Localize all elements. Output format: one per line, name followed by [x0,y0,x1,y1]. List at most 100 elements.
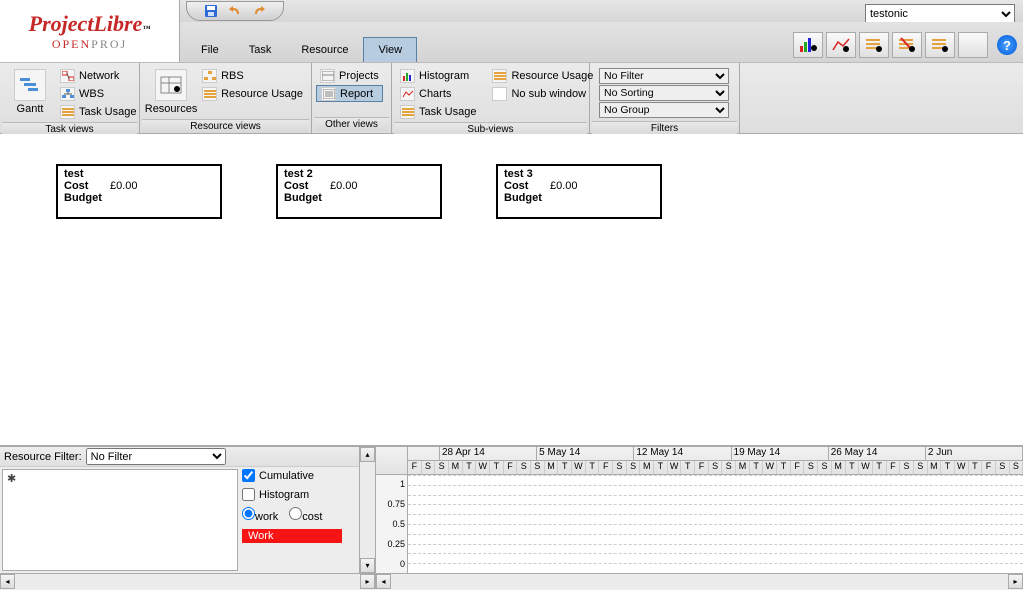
timeline-day-cell: F [695,461,709,475]
scroll-up-icon[interactable]: ▴ [360,447,375,462]
scroll-down-icon[interactable]: ▾ [360,558,375,573]
cumulative-input[interactable] [242,469,255,482]
left-hscroll[interactable]: ◂ ▸ [0,573,375,589]
histogram-input[interactable] [242,488,255,501]
gantt-icon [14,69,46,101]
menu-view[interactable]: View [363,37,417,62]
cost-radio[interactable]: cost [289,507,322,523]
group-other-views: Projects Report Other views [312,63,392,133]
timeline-day-cell: T [873,461,887,475]
gantt-button[interactable]: Gantt [4,67,56,117]
timeline-day-cell: W [763,461,777,475]
task-cost-value: £0.00 [330,180,358,192]
blank-icon[interactable] [958,32,988,58]
resources-button[interactable]: Resources [144,67,198,117]
task-title: test 2 [284,168,434,180]
task-box[interactable]: test 3Cost£0.00Budget [496,164,662,219]
timeline-day-cell: M [928,461,942,475]
task-usage-label: Task Usage [79,106,136,118]
work-series-box[interactable]: Work [242,529,342,543]
timeline-day-cell: S [627,461,641,475]
scroll-right-icon[interactable]: ▸ [360,574,375,589]
timeline-day-cell: T [586,461,600,475]
charts-label: Charts [419,88,451,100]
timeline-week-cell: 28 Apr 14 [440,447,537,461]
projects-label: Projects [339,70,379,82]
filter-select[interactable]: No Filter [599,68,729,84]
timeline-day-cell: T [558,461,572,475]
cost-radio-input[interactable] [289,507,302,520]
undo-icon[interactable] [227,3,243,19]
right-hscroll[interactable]: ◂ ▸ [376,573,1023,589]
report-label: Report [340,88,373,100]
sub-resource-usage-button[interactable]: Resource Usage [488,67,597,84]
work-radio[interactable]: work [242,507,278,523]
work-cost-radio: work cost [242,507,357,523]
sort-select[interactable]: No Sorting [599,85,729,101]
usage3-icon[interactable] [925,32,955,58]
help-icon[interactable]: ? [997,35,1017,55]
rbs-button[interactable]: RBS [198,67,307,84]
histogram-icon [400,69,415,83]
timeline-day-cell: F [599,461,613,475]
sub-resource-usage-icon [492,69,507,83]
cumulative-label: Cumulative [259,470,314,482]
chart2-icon[interactable] [826,32,856,58]
chart-icon[interactable] [793,32,823,58]
task-usage-button[interactable]: Task Usage [56,103,140,120]
histogram-button[interactable]: Histogram [396,67,480,84]
timeline-day-cell: F [408,461,422,475]
scroll-left2-icon[interactable]: ◂ [376,574,391,589]
bottom-panel: Resource Filter: No Filter ✱ Cumulative … [0,446,1023,589]
usage2-icon[interactable] [892,32,922,58]
menu-bar: File Task Resource View ? [180,22,1023,62]
sub-resource-usage-label: Resource Usage [511,70,593,82]
hscroll-track-left[interactable] [15,574,360,589]
task-cost-value: £0.00 [550,180,578,192]
task-box[interactable]: test 2Cost£0.00Budget [276,164,442,219]
work-radio-input[interactable] [242,507,255,520]
report-button[interactable]: Report [316,85,383,102]
axis-corner [376,447,408,474]
rbs-label: RBS [221,70,244,82]
task-boxes-row: testCost£0.00Budget test 2Cost£0.00Budget… [0,134,1023,219]
task-title: test [64,168,214,180]
scroll-right2-icon[interactable]: ▸ [1008,574,1023,589]
charts-button[interactable]: Charts [396,85,480,102]
left-vscroll[interactable]: ▴ ▾ [359,447,375,573]
no-sub-window-label: No sub window [511,88,586,100]
project-selector[interactable]: testonic [865,4,1015,24]
project-select[interactable]: testonic [865,4,1015,24]
sub-task-usage-icon [400,105,415,119]
histogram-checkbox[interactable]: Histogram [242,488,357,501]
no-sub-window-button[interactable]: No sub window [488,85,597,102]
cumulative-checkbox[interactable]: Cumulative [242,469,357,482]
save-icon[interactable] [203,3,219,19]
projects-button[interactable]: Projects [316,67,383,84]
timeline-day-cell: F [887,461,901,475]
logo: ProjectLibre™ OPENPROJ [0,0,180,62]
resource-usage-button[interactable]: Resource Usage [198,85,307,102]
timeline-date-row: 28 Apr 145 May 1412 May 1419 May 1426 Ma… [408,447,1023,461]
timeline-day-cell: S [613,461,627,475]
vscroll-track[interactable] [360,462,375,558]
menu-resource[interactable]: Resource [286,37,363,62]
resource-list[interactable]: ✱ [2,469,238,571]
chart-grid[interactable] [408,475,1023,573]
usage1-icon[interactable] [859,32,889,58]
sub-task-usage-button[interactable]: Task Usage [396,103,480,120]
redo-icon[interactable] [251,3,267,19]
hscroll-track-right[interactable] [391,574,1008,589]
timeline-week-cell: 19 May 14 [732,447,829,461]
task-box[interactable]: testCost£0.00Budget [56,164,222,219]
task-cost-label: Cost [504,180,550,192]
group-select[interactable]: No Group [599,102,729,118]
menu-task[interactable]: Task [234,37,287,62]
logo-tm: ™ [142,24,150,33]
menu-file[interactable]: File [186,37,234,62]
task-cost-value: £0.00 [110,180,138,192]
resource-filter-select[interactable]: No Filter [86,448,226,465]
network-button[interactable]: Network [56,67,140,84]
scroll-left-icon[interactable]: ◂ [0,574,15,589]
wbs-button[interactable]: WBS [56,85,140,102]
